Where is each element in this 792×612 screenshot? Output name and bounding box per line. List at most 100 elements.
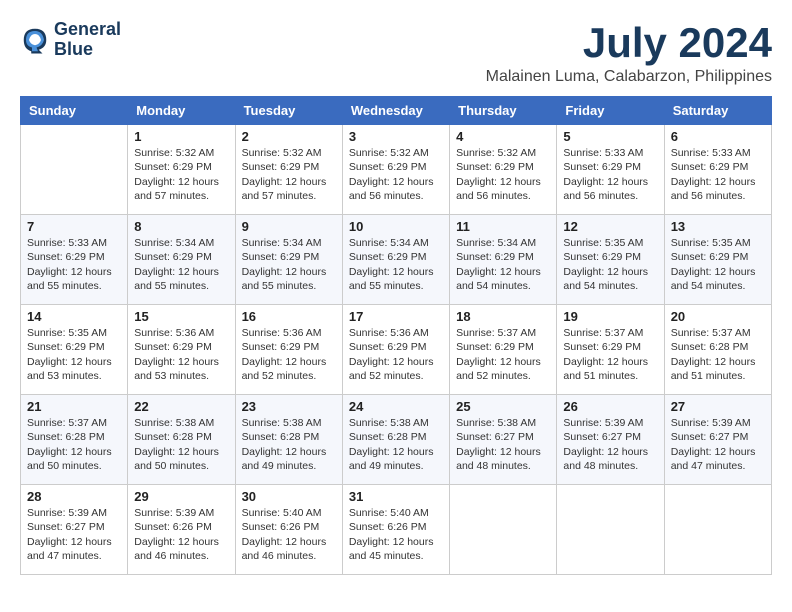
day-info: Sunrise: 5:32 AMSunset: 6:29 PMDaylight:… — [349, 146, 443, 203]
calendar-cell: 19Sunrise: 5:37 AMSunset: 6:29 PMDayligh… — [557, 305, 664, 395]
weekday-header: Saturday — [664, 97, 771, 125]
calendar-table: SundayMondayTuesdayWednesdayThursdayFrid… — [20, 96, 772, 575]
day-info: Sunrise: 5:33 AMSunset: 6:29 PMDaylight:… — [27, 236, 121, 293]
day-info: Sunrise: 5:33 AMSunset: 6:29 PMDaylight:… — [671, 146, 765, 203]
day-info: Sunrise: 5:37 AMSunset: 6:28 PMDaylight:… — [27, 416, 121, 473]
day-info: Sunrise: 5:38 AMSunset: 6:28 PMDaylight:… — [134, 416, 228, 473]
day-info: Sunrise: 5:40 AMSunset: 6:26 PMDaylight:… — [242, 506, 336, 563]
day-number: 14 — [27, 309, 121, 324]
day-info: Sunrise: 5:35 AMSunset: 6:29 PMDaylight:… — [27, 326, 121, 383]
day-info: Sunrise: 5:36 AMSunset: 6:29 PMDaylight:… — [349, 326, 443, 383]
day-number: 17 — [349, 309, 443, 324]
day-number: 22 — [134, 399, 228, 414]
calendar-cell: 11Sunrise: 5:34 AMSunset: 6:29 PMDayligh… — [450, 215, 557, 305]
weekday-header: Monday — [128, 97, 235, 125]
day-info: Sunrise: 5:32 AMSunset: 6:29 PMDaylight:… — [242, 146, 336, 203]
calendar-cell: 25 Sunrise: 5:38 AMSunset: 6:27 PMDayligh… — [450, 395, 557, 485]
calendar-cell — [557, 485, 664, 575]
calendar-cell: 1 Sunrise: 5:32 AMSunset: 6:29 PMDaylight… — [128, 125, 235, 215]
weekday-header: Friday — [557, 97, 664, 125]
day-number: 11 — [456, 219, 550, 234]
day-info: Sunrise: 5:37 AMSunset: 6:28 PMDaylight:… — [671, 326, 765, 383]
day-number: 5 — [563, 129, 657, 144]
calendar-cell — [450, 485, 557, 575]
day-info: Sunrise: 5:39 AMSunset: 6:27 PMDaylight:… — [563, 416, 657, 473]
weekday-header-row: SundayMondayTuesdayWednesdayThursdayFrid… — [21, 97, 772, 125]
calendar-week-row: 21Sunrise: 5:37 AMSunset: 6:28 PMDayligh… — [21, 395, 772, 485]
weekday-header: Wednesday — [342, 97, 449, 125]
day-number: 19 — [563, 309, 657, 324]
logo-line2: Blue — [54, 39, 93, 59]
day-number: 25 — [456, 399, 550, 414]
day-number: 3 — [349, 129, 443, 144]
calendar-cell: 27 Sunrise: 5:39 AMSunset: 6:27 PMDayligh… — [664, 395, 771, 485]
day-info: Sunrise: 5:38 AMSunset: 6:28 PMDaylight:… — [242, 416, 336, 473]
logo-text: General Blue — [54, 20, 121, 60]
day-info: Sunrise: 5:34 AMSunset: 6:29 PMDaylight:… — [134, 236, 228, 293]
weekday-header: Thursday — [450, 97, 557, 125]
calendar-cell: 15 Sunrise: 5:36 AMSunset: 6:29 PMDayligh… — [128, 305, 235, 395]
calendar-cell: 4Sunrise: 5:32 AMSunset: 6:29 PMDaylight… — [450, 125, 557, 215]
day-info: Sunrise: 5:38 AMSunset: 6:27 PMDaylight:… — [456, 416, 550, 473]
day-number: 13 — [671, 219, 765, 234]
weekday-header: Sunday — [21, 97, 128, 125]
calendar-cell: 14 Sunrise: 5:35 AMSunset: 6:29 PMDayligh… — [21, 305, 128, 395]
title-area: July 2024 Malainen Luma, Calabarzon, Phi… — [486, 20, 772, 86]
calendar-cell: 13 Sunrise: 5:35 AMSunset: 6:29 PMDayligh… — [664, 215, 771, 305]
calendar-cell: 24Sunrise: 5:38 AMSunset: 6:28 PMDayligh… — [342, 395, 449, 485]
calendar-week-row: 1 Sunrise: 5:32 AMSunset: 6:29 PMDaylight… — [21, 125, 772, 215]
calendar-cell: 8 Sunrise: 5:34 AMSunset: 6:29 PMDaylight… — [128, 215, 235, 305]
calendar-subtitle: Malainen Luma, Calabarzon, Philippines — [486, 68, 772, 86]
day-number: 29 — [134, 489, 228, 504]
calendar-cell: 29 Sunrise: 5:39 AMSunset: 6:26 PMDayligh… — [128, 485, 235, 575]
calendar-week-row: 28 Sunrise: 5:39 AMSunset: 6:27 PMDayligh… — [21, 485, 772, 575]
day-number: 2 — [242, 129, 336, 144]
day-number: 20 — [671, 309, 765, 324]
day-number: 16 — [242, 309, 336, 324]
calendar-cell: 9 Sunrise: 5:34 AMSunset: 6:29 PMDaylight… — [235, 215, 342, 305]
day-info: Sunrise: 5:36 AMSunset: 6:29 PMDaylight:… — [134, 326, 228, 383]
calendar-cell: 17 Sunrise: 5:36 AMSunset: 6:29 PMDayligh… — [342, 305, 449, 395]
calendar-cell: 6 Sunrise: 5:33 AMSunset: 6:29 PMDaylight… — [664, 125, 771, 215]
day-number: 28 — [27, 489, 121, 504]
logo-line1: General — [54, 19, 121, 39]
calendar-cell: 23 Sunrise: 5:38 AMSunset: 6:28 PMDayligh… — [235, 395, 342, 485]
calendar-cell: 31Sunrise: 5:40 AMSunset: 6:26 PMDayligh… — [342, 485, 449, 575]
calendar-cell: 22 Sunrise: 5:38 AMSunset: 6:28 PMDayligh… — [128, 395, 235, 485]
day-info: Sunrise: 5:35 AMSunset: 6:29 PMDaylight:… — [671, 236, 765, 293]
day-info: Sunrise: 5:36 AMSunset: 6:29 PMDaylight:… — [242, 326, 336, 383]
day-info: Sunrise: 5:32 AMSunset: 6:29 PMDaylight:… — [134, 146, 228, 203]
day-number: 1 — [134, 129, 228, 144]
calendar-cell: 28 Sunrise: 5:39 AMSunset: 6:27 PMDayligh… — [21, 485, 128, 575]
day-number: 24 — [349, 399, 443, 414]
day-number: 15 — [134, 309, 228, 324]
day-info: Sunrise: 5:39 AMSunset: 6:27 PMDaylight:… — [27, 506, 121, 563]
calendar-cell: 7 Sunrise: 5:33 AMSunset: 6:29 PMDaylight… — [21, 215, 128, 305]
day-number: 6 — [671, 129, 765, 144]
calendar-cell — [21, 125, 128, 215]
day-number: 10 — [349, 219, 443, 234]
day-info: Sunrise: 5:39 AMSunset: 6:27 PMDaylight:… — [671, 416, 765, 473]
day-info: Sunrise: 5:32 AMSunset: 6:29 PMDaylight:… — [456, 146, 550, 203]
day-info: Sunrise: 5:34 AMSunset: 6:29 PMDaylight:… — [242, 236, 336, 293]
day-number: 27 — [671, 399, 765, 414]
day-number: 18 — [456, 309, 550, 324]
day-info: Sunrise: 5:40 AMSunset: 6:26 PMDaylight:… — [349, 506, 443, 563]
logo-icon — [20, 25, 50, 55]
day-number: 7 — [27, 219, 121, 234]
calendar-cell: 21Sunrise: 5:37 AMSunset: 6:28 PMDayligh… — [21, 395, 128, 485]
day-number: 23 — [242, 399, 336, 414]
day-info: Sunrise: 5:35 AMSunset: 6:29 PMDaylight:… — [563, 236, 657, 293]
calendar-cell: 5Sunrise: 5:33 AMSunset: 6:29 PMDaylight… — [557, 125, 664, 215]
day-number: 8 — [134, 219, 228, 234]
calendar-cell: 30Sunrise: 5:40 AMSunset: 6:26 PMDayligh… — [235, 485, 342, 575]
day-number: 9 — [242, 219, 336, 234]
day-number: 12 — [563, 219, 657, 234]
calendar-cell: 20 Sunrise: 5:37 AMSunset: 6:28 PMDayligh… — [664, 305, 771, 395]
calendar-title: July 2024 — [486, 20, 772, 66]
calendar-cell: 18 Sunrise: 5:37 AMSunset: 6:29 PMDayligh… — [450, 305, 557, 395]
day-info: Sunrise: 5:39 AMSunset: 6:26 PMDaylight:… — [134, 506, 228, 563]
calendar-cell: 10Sunrise: 5:34 AMSunset: 6:29 PMDayligh… — [342, 215, 449, 305]
day-info: Sunrise: 5:37 AMSunset: 6:29 PMDaylight:… — [456, 326, 550, 383]
calendar-cell: 26Sunrise: 5:39 AMSunset: 6:27 PMDayligh… — [557, 395, 664, 485]
